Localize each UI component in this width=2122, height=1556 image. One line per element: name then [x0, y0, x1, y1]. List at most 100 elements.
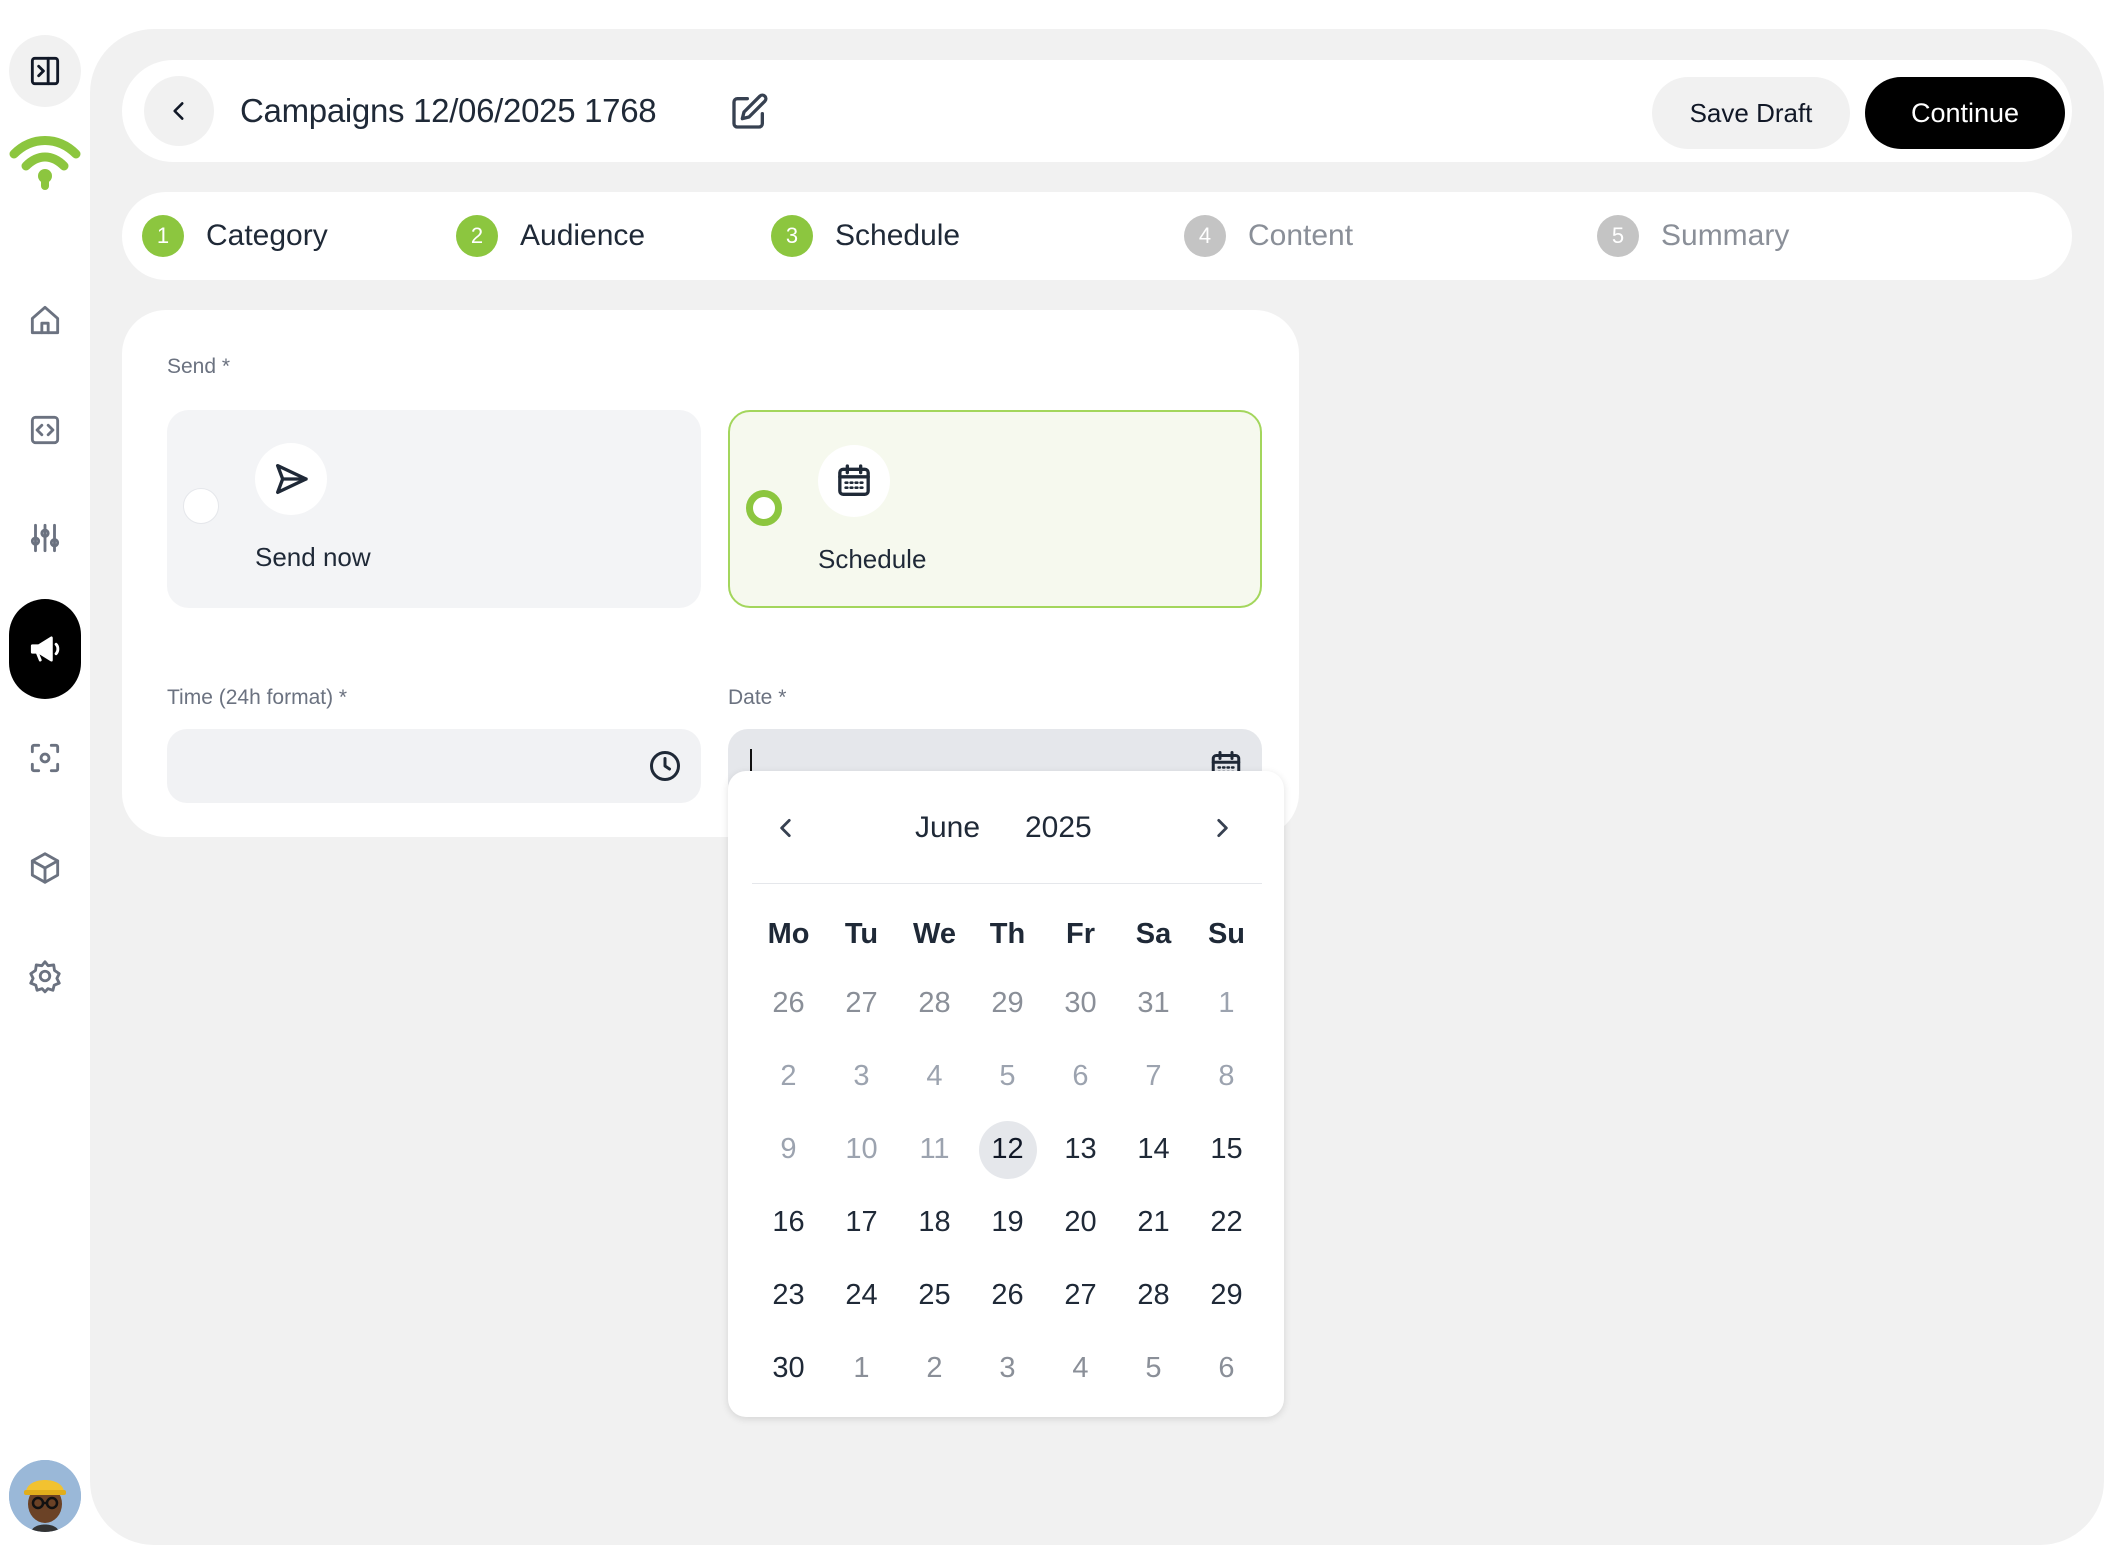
calendar-day[interactable]: 10	[825, 1113, 898, 1186]
calendar-day[interactable]: 6	[1044, 1040, 1117, 1113]
calendar-day[interactable]: 26	[971, 1259, 1044, 1332]
calendar-day[interactable]: 21	[1117, 1186, 1190, 1259]
time-label: Time (24h format) *	[167, 686, 348, 709]
calendar-day[interactable]: 7	[1117, 1040, 1190, 1113]
calendar-day[interactable]: 30	[1044, 967, 1117, 1040]
filters-nav[interactable]	[9, 502, 81, 574]
calendar-day[interactable]: 31	[1117, 967, 1190, 1040]
calendar-day[interactable]: 3	[825, 1040, 898, 1113]
week-row: 30 1 2 3 4 5 6	[752, 1332, 1263, 1405]
divider	[752, 883, 1262, 884]
weekday: Tu	[844, 917, 879, 950]
settings-nav[interactable]	[9, 940, 81, 1012]
chevron-left-icon	[173, 102, 184, 120]
step-category[interactable]: 1 Category	[142, 192, 328, 280]
calendar-day[interactable]: 8	[1190, 1040, 1263, 1113]
calendar-day[interactable]: 4	[1044, 1332, 1117, 1405]
calendar-day[interactable]: 5	[1117, 1332, 1190, 1405]
step-number: 1	[142, 215, 184, 257]
calendar-day[interactable]: 3	[971, 1332, 1044, 1405]
step-audience[interactable]: 2 Audience	[456, 192, 645, 280]
calendar-day[interactable]: 29	[1190, 1259, 1263, 1332]
step-summary[interactable]: 5 Summary	[1597, 192, 1789, 280]
edit-title-button[interactable]	[729, 92, 769, 132]
calendar-day[interactable]: 25	[898, 1259, 971, 1332]
step-schedule[interactable]: 3 Schedule	[771, 192, 960, 280]
week-row: 16 17 18 19 20 21 22	[752, 1186, 1263, 1259]
calendar-day[interactable]: 1	[825, 1332, 898, 1405]
calendar-day[interactable]: 9	[752, 1113, 825, 1186]
back-button[interactable]	[144, 76, 214, 146]
calendar-day[interactable]: 24	[825, 1259, 898, 1332]
send-now-radio[interactable]	[183, 488, 219, 524]
step-number: 3	[771, 215, 813, 257]
continue-button[interactable]: Continue	[1865, 77, 2065, 149]
stepper: 1 Category 2 Audience 3 Schedule 4 Conte…	[122, 192, 2072, 280]
schedule-option-label: Schedule	[818, 544, 927, 574]
page-title: Campaigns 12/06/2025 1768	[240, 92, 657, 129]
week-row: 23 24 25 26 27 28 29	[752, 1259, 1263, 1332]
calendar-month[interactable]: June	[915, 811, 980, 845]
step-content[interactable]: 4 Content	[1184, 192, 1353, 280]
weekday-row: Mo Tu We Th Fr Sa Su	[752, 901, 1263, 967]
calendar-day[interactable]: 4	[898, 1040, 971, 1113]
campaigns-nav[interactable]	[9, 599, 81, 699]
time-input[interactable]	[167, 729, 701, 803]
calendar-day[interactable]: 28	[1117, 1259, 1190, 1332]
save-draft-button[interactable]: Save Draft	[1652, 77, 1850, 149]
calendar-day[interactable]: 15	[1190, 1113, 1263, 1186]
calendar-day[interactable]: 2	[898, 1332, 971, 1405]
calendar-day[interactable]: 28	[898, 967, 971, 1040]
calendar-day[interactable]: 22	[1190, 1186, 1263, 1259]
send-label: Send *	[167, 355, 231, 378]
calendar-day[interactable]: 19	[971, 1186, 1044, 1259]
calendar-day[interactable]: 23	[752, 1259, 825, 1332]
weekday: We	[913, 917, 956, 950]
user-avatar[interactable]	[9, 1460, 81, 1532]
calendar-day[interactable]: 6	[1190, 1332, 1263, 1405]
calendar-day-today[interactable]: 12	[971, 1113, 1044, 1186]
week-row: 9 10 11 12 13 14 15	[752, 1113, 1263, 1186]
sliders-icon	[30, 523, 60, 553]
calendar-day[interactable]: 13	[1044, 1113, 1117, 1186]
calendar-day[interactable]: 27	[825, 967, 898, 1040]
schedule-option[interactable]: Schedule	[728, 410, 1262, 608]
calendar-day[interactable]: 17	[825, 1186, 898, 1259]
schedule-radio[interactable]	[746, 490, 782, 526]
home-nav[interactable]	[9, 284, 81, 356]
send-icon	[255, 443, 327, 515]
calendar-day[interactable]: 16	[752, 1186, 825, 1259]
code-nav[interactable]	[9, 394, 81, 466]
panel-toggle-icon	[30, 56, 60, 86]
step-label: Summary	[1661, 219, 1790, 252]
scan-nav[interactable]	[9, 722, 81, 794]
send-now-option[interactable]: Send now	[167, 410, 701, 608]
calendar-day[interactable]: 30	[752, 1332, 825, 1405]
calendar-day[interactable]: 2	[752, 1040, 825, 1113]
cube-icon	[30, 852, 60, 884]
products-nav[interactable]	[9, 832, 81, 904]
calendar-day[interactable]: 5	[971, 1040, 1044, 1113]
week-row: 26 27 28 29 30 31 1	[752, 967, 1263, 1040]
date-label: Date *	[728, 686, 787, 709]
today-marker: 12	[978, 1120, 1037, 1179]
calendar-day[interactable]: 18	[898, 1186, 971, 1259]
calendar-day[interactable]: 1	[1190, 967, 1263, 1040]
calendar-day[interactable]: 14	[1117, 1113, 1190, 1186]
next-month-button[interactable]	[1200, 806, 1244, 850]
calendar-day[interactable]: 29	[971, 967, 1044, 1040]
calendar-day[interactable]: 27	[1044, 1259, 1117, 1332]
calendar-grid: Mo Tu We Th Fr Sa Su 26 27 28 29 30 31 1 2 3 4 5 6 7…	[752, 901, 1263, 1405]
sidebar	[0, 0, 90, 1556]
calendar-day[interactable]: 20	[1044, 1186, 1117, 1259]
calendar-icon	[818, 445, 890, 517]
send-now-label: Send now	[255, 542, 371, 572]
step-label: Audience	[520, 219, 646, 252]
calendar-day[interactable]: 26	[752, 967, 825, 1040]
campaign-header: Campaigns 12/06/2025 1768 Save Draft Con…	[122, 60, 2072, 162]
step-label: Content	[1248, 219, 1354, 252]
prev-month-button[interactable]	[764, 806, 808, 850]
calendar-year[interactable]: 2025	[1025, 811, 1092, 845]
sidebar-toggle-button[interactable]	[9, 35, 81, 107]
calendar-day[interactable]: 11	[898, 1113, 971, 1186]
